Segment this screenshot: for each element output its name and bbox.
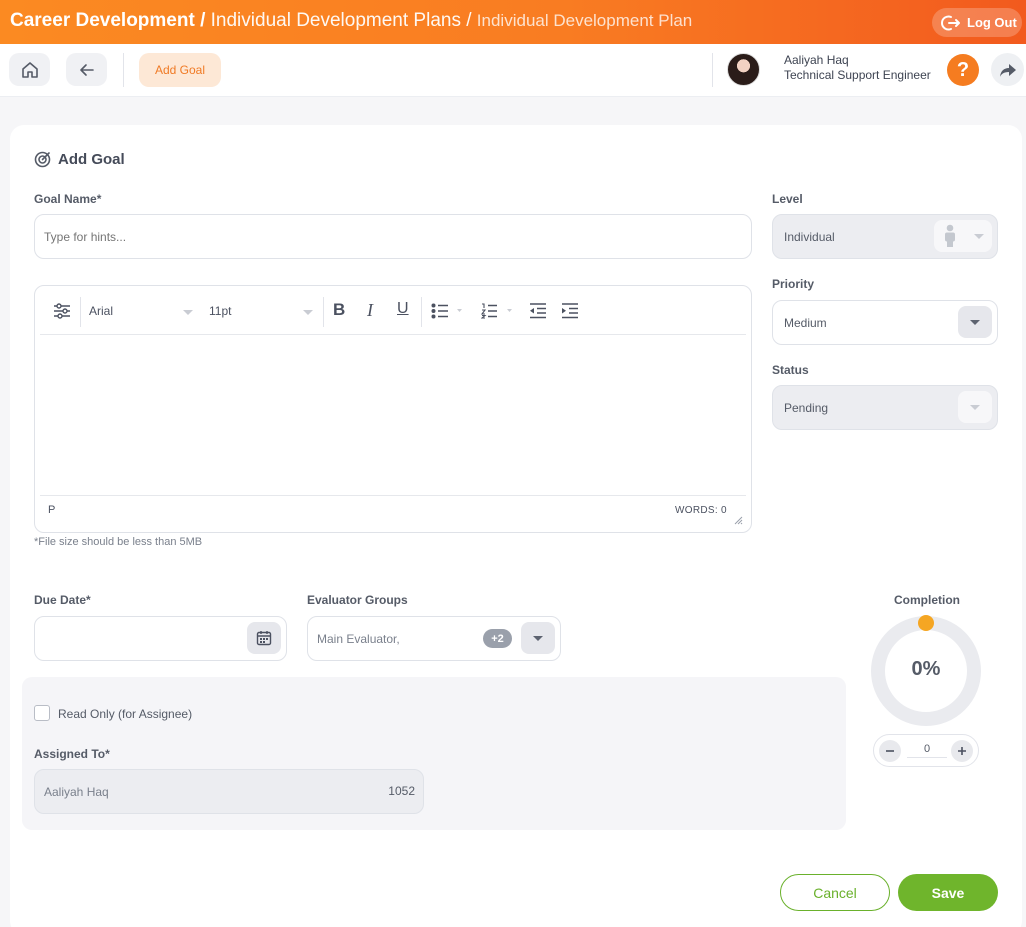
assigned-id: 1052: [388, 784, 415, 798]
share-arrow-icon: [999, 63, 1016, 77]
assigned-name: Aaliyah Haq: [44, 784, 109, 799]
level-value: Individual: [784, 229, 835, 244]
status-value: Pending: [784, 400, 829, 415]
indent-icon[interactable]: [561, 303, 579, 322]
breadcrumb-parent[interactable]: Individual Development Plans /: [211, 10, 472, 31]
calendar-icon: [256, 631, 272, 646]
word-count: WORDS: 0: [675, 505, 727, 516]
status-label: Status: [772, 363, 809, 377]
add-goal-chip[interactable]: Add Goal: [139, 53, 221, 87]
evaluator-dropdown-button[interactable]: [521, 622, 555, 654]
settings-sliders-icon[interactable]: [53, 303, 71, 322]
question-icon: ?: [956, 58, 970, 81]
goal-name-input[interactable]: [34, 214, 752, 259]
breadcrumb-section[interactable]: Career Development /: [10, 10, 205, 31]
bullet-list-icon[interactable]: [431, 303, 467, 322]
editor-content-area[interactable]: [40, 338, 746, 492]
assigned-to-field: Aaliyah Haq 1052: [34, 769, 424, 814]
element-path: P: [48, 504, 56, 516]
toolbar-divider: [323, 297, 324, 327]
status-select[interactable]: Pending: [772, 385, 998, 430]
toolbar-divider: [421, 297, 422, 327]
completion-input[interactable]: 0: [907, 743, 947, 758]
breadcrumb: Career Development / Individual Developm…: [10, 10, 692, 32]
outdent-icon[interactable]: [529, 303, 547, 322]
toolbar-divider: [712, 53, 713, 87]
evaluator-value: Main Evaluator,: [317, 631, 400, 646]
help-button[interactable]: ?: [947, 54, 979, 86]
read-only-label: Read Only (for Assignee): [58, 707, 193, 721]
user-name: Aaliyah Haq: [784, 53, 849, 67]
arrow-left-icon: [79, 63, 94, 76]
font-family-select[interactable]: Arial: [89, 304, 193, 318]
page-title: Add Goal: [58, 151, 125, 168]
status-dropdown-button[interactable]: [958, 391, 992, 423]
level-select[interactable]: Individual: [772, 214, 998, 259]
logout-button[interactable]: Log Out: [932, 8, 1022, 37]
evaluator-more-badge[interactable]: +2: [483, 629, 512, 648]
decrement-button[interactable]: [879, 740, 901, 762]
evaluator-groups-label: Evaluator Groups: [307, 593, 408, 607]
priority-value: Medium: [784, 315, 827, 330]
completion-label: Completion: [894, 593, 960, 607]
logout-icon: [941, 15, 960, 30]
completion-knob[interactable]: [918, 615, 934, 631]
logout-label: Log Out: [967, 15, 1017, 30]
back-button[interactable]: [66, 53, 107, 86]
chevron-down-icon: [970, 404, 980, 410]
file-size-note: *File size should be less than 5MB: [34, 536, 203, 548]
due-date-input[interactable]: [34, 616, 287, 661]
italic-icon[interactable]: I: [367, 300, 373, 321]
chevron-down-icon: [533, 635, 543, 641]
user-role: Technical Support Engineer: [784, 68, 931, 82]
assigned-to-label: Assigned To*: [34, 747, 110, 761]
chevron-down-icon: [183, 310, 193, 315]
goal-name-label: Goal Name*: [34, 192, 102, 206]
completion-percent: 0%: [911, 658, 941, 680]
due-date-label: Due Date*: [34, 593, 91, 607]
cancel-button[interactable]: Cancel: [780, 874, 890, 911]
font-size-select[interactable]: 11pt: [209, 304, 313, 318]
increment-button[interactable]: [951, 740, 973, 762]
priority-dropdown-button[interactable]: [958, 306, 992, 338]
evaluator-groups-select[interactable]: Main Evaluator, +2: [307, 616, 561, 661]
completion-stepper: 0: [873, 734, 979, 767]
avatar[interactable]: [727, 53, 760, 86]
read-only-checkbox[interactable]: [34, 705, 50, 721]
toolbar-separator: [40, 334, 746, 335]
toolbar-divider: [123, 53, 124, 87]
calendar-button[interactable]: [247, 622, 281, 654]
statusbar-separator: [40, 495, 746, 496]
resize-handle-icon[interactable]: [734, 514, 743, 528]
share-button[interactable]: [991, 53, 1024, 86]
target-icon: [34, 151, 51, 168]
home-button[interactable]: [9, 53, 50, 86]
bold-icon[interactable]: B: [333, 300, 345, 320]
toolbar-divider: [80, 297, 81, 327]
numbered-list-icon[interactable]: [480, 303, 517, 322]
plus-icon: [958, 747, 966, 755]
breadcrumb-current: Individual Development Plan: [476, 11, 693, 30]
chevron-down-icon: [973, 233, 984, 239]
rich-text-editor: Arial 11pt B I U P WORDS: 0: [34, 285, 752, 533]
save-button[interactable]: Save: [898, 874, 998, 911]
chevron-down-icon: [970, 319, 980, 325]
priority-select[interactable]: Medium: [772, 300, 998, 345]
minus-icon: [886, 750, 894, 752]
font-family-value: Arial: [89, 304, 114, 318]
form-heading: Add Goal: [34, 151, 125, 168]
font-size-value: 11pt: [209, 304, 232, 318]
home-icon: [21, 61, 38, 78]
person-icon: [944, 224, 955, 247]
level-dropdown-button[interactable]: [934, 220, 992, 252]
chevron-down-icon: [303, 310, 313, 315]
underline-icon[interactable]: U: [397, 300, 409, 318]
level-label: Level: [772, 192, 803, 206]
priority-label: Priority: [772, 277, 815, 291]
